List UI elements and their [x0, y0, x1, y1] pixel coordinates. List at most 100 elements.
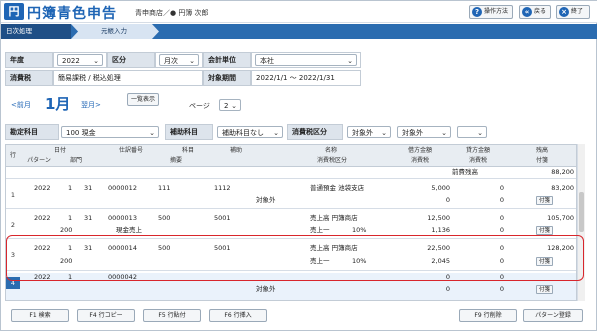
pattern-register-button[interactable]: パターン登録 [523, 309, 583, 322]
header-debit: 借方金額 [407, 147, 432, 154]
header-journal-no: 仕訳番号 [118, 147, 143, 154]
row-account[interactable]: 111 [158, 183, 170, 194]
tab-daily[interactable]: 日次処理 [1, 24, 71, 39]
row-journal-no[interactable]: 0000012 [108, 183, 137, 194]
row-day[interactable]: 31 [84, 213, 92, 224]
extra-select[interactable]: ⌄ [457, 126, 487, 138]
grid-header: 行 日付 仕訳番号 科目 補助 名称 借方金額 貸方金額 残高 パターン 部門 … [6, 145, 576, 167]
header-name: 名称 [324, 147, 337, 154]
tax-label: 消費税 [5, 70, 53, 86]
year-label: 年度 [5, 52, 53, 68]
unit-select[interactable]: 本社 ⌄ [255, 54, 357, 66]
header-dept: 部門 [69, 157, 82, 164]
year-select[interactable]: 2022 ⌄ [57, 54, 103, 66]
row-tax-category[interactable]: 対象外 [256, 195, 276, 206]
tab-ledger-entry[interactable]: 元帳入力 [71, 24, 159, 39]
page-value: 2 [224, 102, 229, 110]
row-month[interactable]: 1 [68, 183, 72, 194]
row-year[interactable]: 2022 [34, 213, 51, 224]
row-number: 2 [10, 221, 16, 229]
chevron-down-icon: ⌄ [149, 129, 155, 137]
row-sub-account[interactable]: 1112 [214, 183, 231, 194]
store-user-label: 青申商店／● 円簿 次郎 [135, 9, 209, 17]
exit-button[interactable]: × 終了 [556, 5, 590, 19]
help-button-label: 操作方法 [484, 8, 509, 15]
fuseni-button[interactable]: 付箋 [536, 226, 554, 235]
account-value: 100 現金 [66, 129, 96, 137]
year-value: 2022 [62, 57, 80, 65]
tax-category-select-1[interactable]: 対象外 ⌄ [347, 126, 391, 138]
account-select[interactable]: 100 現金 ⌄ [61, 126, 159, 138]
header-pattern: パターン [27, 157, 51, 164]
header-tax-category: 消費税区分 [316, 157, 347, 164]
header-date: 日付 [53, 147, 66, 154]
fuseni-button[interactable]: 付箋 [536, 196, 554, 205]
unit-label: 会計単位 [203, 52, 251, 68]
row-name[interactable]: 普通預金 池袋支店 [310, 183, 364, 194]
header-fuseni: 付箋 [535, 157, 548, 164]
exit-button-label: 終了 [571, 8, 584, 15]
help-button[interactable]: ? 操作方法 [469, 5, 513, 19]
tax-category-value-1: 対象外 [352, 129, 373, 137]
header-debit-tax: 消費税 [410, 157, 429, 164]
table-row[interactable]: 1 2022 1 31 0000012 111 1112 普通預金 池袋支店 5… [6, 181, 576, 209]
chevron-down-icon: ⌄ [189, 57, 195, 65]
row-credit-tax: 0 [499, 196, 504, 204]
prev-month-link[interactable]: <前月 [11, 100, 31, 110]
f5-paste-row-button[interactable]: F5 行貼付 [143, 309, 201, 322]
chevron-down-icon: ⌄ [441, 129, 447, 137]
selection-highlight [6, 235, 584, 281]
term-value: 2022/1/1 ～ 2022/1/31 [251, 70, 361, 86]
fuseni-button[interactable]: 付箋 [536, 285, 554, 294]
header-memo: 摘要 [169, 157, 182, 164]
row-debit-tax: 0 [445, 285, 450, 293]
row-sub-account[interactable]: 5001 [214, 213, 231, 224]
f9-delete-row-button[interactable]: F9 行削除 [459, 309, 517, 322]
row-credit[interactable]: 0 [446, 213, 504, 224]
row-number: 1 [10, 191, 16, 199]
row-number-header: 行 [9, 152, 16, 159]
row-credit-tax: 0 [499, 285, 504, 293]
row-credit[interactable]: 0 [446, 183, 504, 194]
page-select[interactable]: 2 ⌄ [219, 99, 241, 111]
back-icon: « [522, 7, 532, 17]
tax-category-select-2[interactable]: 対象外 ⌄ [397, 126, 451, 138]
row-month[interactable]: 1 [68, 213, 72, 224]
period-label: 区分 [107, 52, 155, 68]
period-value: 月次 [164, 57, 178, 65]
term-label: 対象期間 [203, 70, 251, 86]
row-tax-category[interactable]: 対象外 [256, 284, 276, 295]
carry-over-row: 前費残高 88,200 [6, 167, 576, 179]
row-debit[interactable]: 5,000 [386, 183, 450, 194]
tax-category-value-2: 対象外 [402, 129, 423, 137]
row-balance: 83,200 [551, 184, 574, 192]
f6-insert-row-button[interactable]: F6 行挿入 [209, 309, 267, 322]
f4-copy-row-button[interactable]: F4 行コピー [77, 309, 135, 322]
header-sub-account: 補助 [229, 147, 242, 154]
header-balance: 残高 [535, 147, 548, 154]
f1-search-button[interactable]: F1 検索 [11, 309, 69, 322]
next-month-link[interactable]: 翌月> [81, 100, 101, 110]
exit-icon: × [559, 7, 569, 17]
tax-category-label: 消費税区分 [287, 124, 343, 140]
row-name[interactable]: 売上高 円簿商店 [310, 213, 358, 224]
period-select[interactable]: 月次 ⌄ [159, 54, 199, 66]
row-journal-no[interactable]: 0000013 [108, 213, 137, 224]
row-debit-tax: 0 [445, 196, 450, 204]
page-label: ページ [189, 102, 210, 110]
chevron-down-icon: ⌄ [231, 102, 237, 110]
back-button[interactable]: « 戻る [519, 5, 551, 19]
row-account[interactable]: 500 [158, 213, 170, 224]
current-month: 1月 [45, 95, 71, 113]
carry-over-value: 88,200 [551, 168, 574, 176]
chevron-down-icon: ⌄ [93, 57, 99, 65]
sub-account-select[interactable]: 補助科目なし ⌄ [217, 126, 283, 138]
row-day[interactable]: 31 [84, 183, 92, 194]
row-balance: 105,700 [547, 214, 574, 222]
list-view-button[interactable]: 一覧表示 [127, 93, 159, 106]
row-debit[interactable]: 12,500 [386, 213, 450, 224]
row-year[interactable]: 2022 [34, 183, 51, 194]
scrollbar-thumb[interactable] [579, 192, 584, 232]
sub-account-label: 補助科目 [165, 124, 213, 140]
chevron-down-icon: ⌄ [273, 129, 279, 137]
